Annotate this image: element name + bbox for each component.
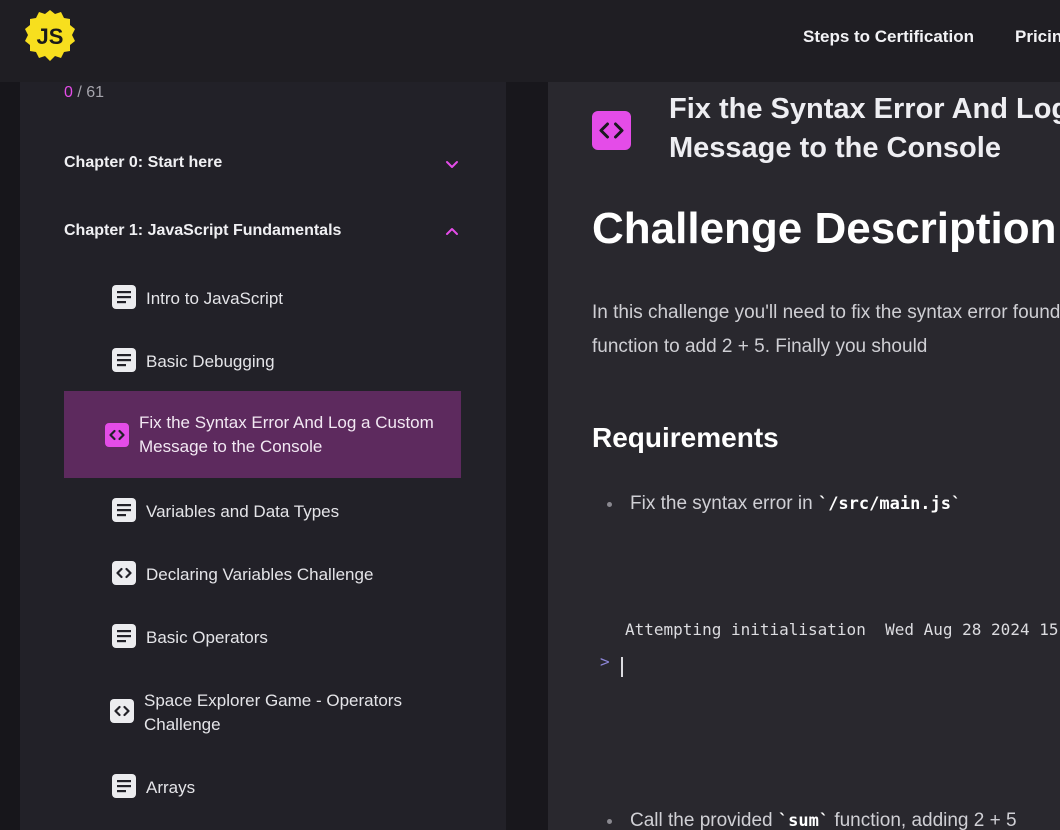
course-sidebar: 0 / 61 Chapter 0: Start here Chapter 1: … [20, 82, 506, 830]
terminal[interactable]: Attempting initialisation Wed Aug 28 202… [592, 606, 1060, 726]
document-icon [112, 774, 136, 798]
progress-separator: / [72, 84, 87, 101]
terminal-output: Attempting initialisation Wed Aug 28 202… [625, 620, 1059, 639]
nav-pricing[interactable]: Pricin [1015, 27, 1060, 47]
lesson-fix-syntax-error-active[interactable]: Fix the Syntax Error And Log a Custom Me… [64, 391, 461, 478]
document-icon [112, 624, 136, 648]
code-icon [112, 561, 136, 585]
chevron-up-icon [444, 224, 460, 240]
left-edge [0, 82, 20, 830]
document-icon [112, 348, 136, 372]
terminal-prompt: > [600, 652, 610, 671]
requirement-text: Fix the syntax error in [630, 493, 818, 514]
bullet [607, 502, 612, 507]
lesson-label: Arrays [146, 778, 196, 797]
lesson-label: Variables and Data Types [146, 502, 340, 521]
panel-divider [506, 82, 548, 830]
chapter-1-toggle[interactable]: Chapter 1: JavaScript Fundamentals [64, 222, 460, 246]
requirement-code: `/src/main.js` [817, 494, 962, 514]
progress-counter: 0 / 61 [64, 84, 104, 102]
lesson-label: Fix the Syntax Error And Log a Custom Me… [139, 413, 434, 456]
top-navigation: JS Steps to Certification Pricin [0, 0, 1060, 82]
js-logo[interactable]: JS [22, 8, 78, 64]
code-icon [105, 423, 129, 447]
chevron-down-icon [444, 156, 460, 172]
lesson-title: Fix the Syntax Error And Log a Custom Me… [669, 93, 1060, 164]
chapter-label: Chapter 0: Start here [64, 154, 223, 171]
requirements-heading: Requirements [592, 422, 779, 453]
code-icon [592, 111, 631, 150]
document-icon [112, 498, 136, 522]
bullet [607, 819, 612, 824]
requirement-text: Call the provided [630, 810, 778, 830]
document-icon [112, 285, 136, 309]
lesson-label: Intro to JavaScript [146, 289, 284, 308]
lesson-label: Basic Operators [146, 628, 268, 647]
code-icon [110, 699, 134, 723]
logo-text: JS [37, 24, 64, 49]
progress-done: 0 [64, 84, 73, 101]
nav-steps-to-certification[interactable]: Steps to Certification [803, 27, 974, 47]
lesson-content: Fix the Syntax Error And Log a Custom Me… [548, 82, 1060, 830]
lesson-label: Declaring Variables Challenge [146, 565, 374, 584]
chapter-label: Chapter 1: JavaScript Fundamentals [64, 222, 342, 239]
lesson-label: Space Explorer Game - Operators Challeng… [144, 691, 402, 734]
requirement-code: `sum` [777, 811, 830, 830]
chapter-0-toggle[interactable]: Chapter 0: Start here [64, 154, 460, 178]
challenge-description: In this challenge you'll need to fix the… [592, 302, 1060, 357]
challenge-heading: Challenge Description [592, 204, 1057, 253]
requirement-text-after: function, adding 2 + 5 [829, 810, 1017, 830]
terminal-cursor [621, 657, 623, 677]
lesson-label: Basic Debugging [146, 352, 275, 371]
progress-total: 61 [86, 84, 105, 101]
